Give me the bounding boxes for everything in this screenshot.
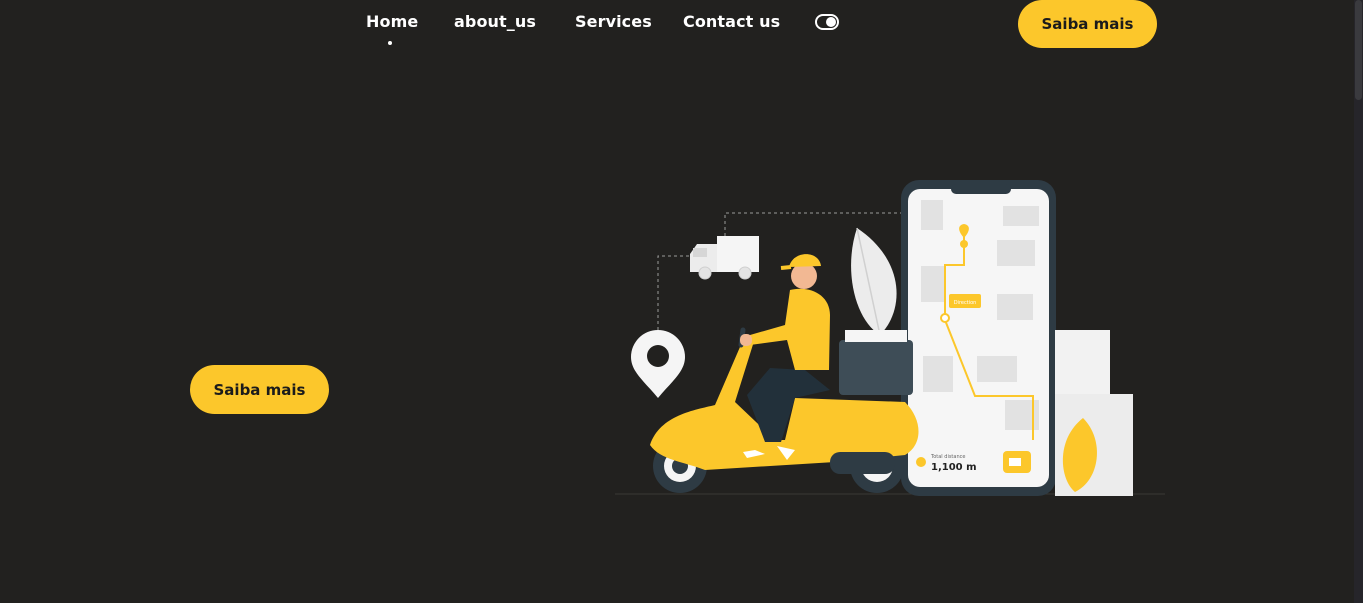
top-navigation: Home about_us Services Contact us Saiba … — [0, 0, 1363, 50]
map-pin-icon — [631, 330, 685, 398]
nav-about-link[interactable]: about_us — [454, 12, 536, 31]
toggle-knob — [826, 17, 836, 27]
scrollbar-thumb[interactable] — [1355, 0, 1362, 100]
truck-icon — [690, 236, 759, 280]
page-scrollbar[interactable] — [1354, 0, 1363, 603]
theme-toggle[interactable] — [815, 14, 839, 30]
delivery-scooter-illustration: Direction Total distance 1,100 m — [615, 180, 1165, 496]
nav-contact-link[interactable]: Contact us — [683, 12, 780, 31]
distance-label: Total distance — [930, 454, 965, 460]
nav-home-link[interactable]: Home — [366, 12, 418, 31]
map-direction-tag: Direction — [954, 300, 977, 306]
plant-leaf-icon — [851, 227, 897, 336]
active-indicator-dot — [388, 41, 392, 45]
hero-cta-button[interactable]: Saiba mais — [190, 365, 329, 414]
header-cta-button[interactable]: Saiba mais — [1018, 0, 1157, 48]
package-boxes — [1055, 330, 1133, 496]
nav-services-link[interactable]: Services — [575, 12, 652, 31]
dashed-route-line — [657, 255, 690, 330]
distance-value: 1,100 m — [931, 462, 977, 473]
dashed-route-line-top — [724, 212, 905, 236]
smartphone-map: Direction Total distance 1,100 m — [901, 180, 1056, 496]
